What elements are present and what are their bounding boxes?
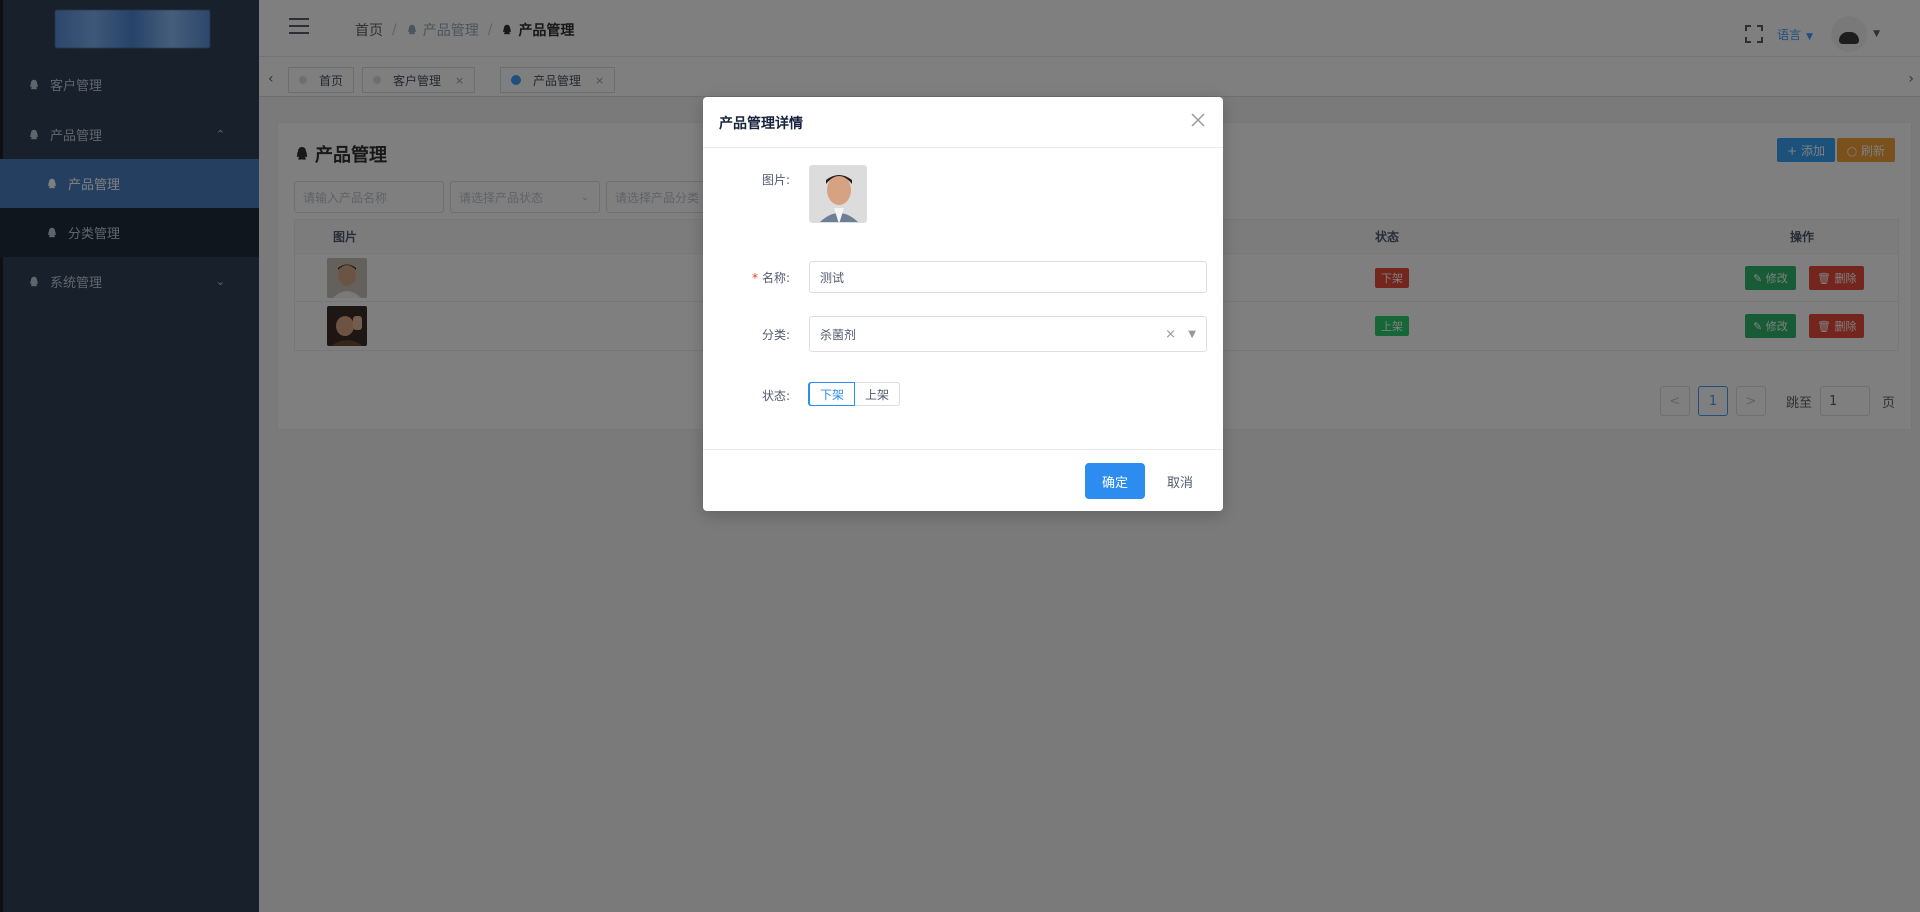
modal-title: 产品管理详情 (719, 116, 803, 132)
product-photo[interactable] (809, 165, 867, 223)
clear-icon[interactable]: × (1165, 327, 1176, 342)
caret-down-icon: ▼ (1188, 328, 1196, 340)
status-option-on[interactable]: 上架 (855, 382, 901, 406)
name-label: 名称: (761, 271, 790, 285)
status-radio-group: 下架 上架 (809, 382, 901, 406)
image-label: 图片: (761, 173, 790, 187)
cancel-button[interactable]: 取消 (1153, 463, 1207, 499)
category-label: 分类: (761, 328, 790, 342)
modal-header: 产品管理详情 (703, 97, 1223, 148)
modal-footer: 确定 取消 (703, 449, 1223, 511)
close-icon[interactable] (1187, 109, 1209, 131)
name-input[interactable]: 测试 (809, 261, 1207, 293)
product-detail-modal: 产品管理详情 图片: * 名称: 测试 分类: 杀菌剂 × ▼ 状态: 下架 上架… (703, 97, 1223, 511)
status-label: 状态: (761, 389, 790, 403)
category-select[interactable]: 杀菌剂 × ▼ (809, 316, 1207, 352)
confirm-button[interactable]: 确定 (1085, 463, 1145, 499)
status-option-off[interactable]: 下架 (809, 382, 856, 406)
